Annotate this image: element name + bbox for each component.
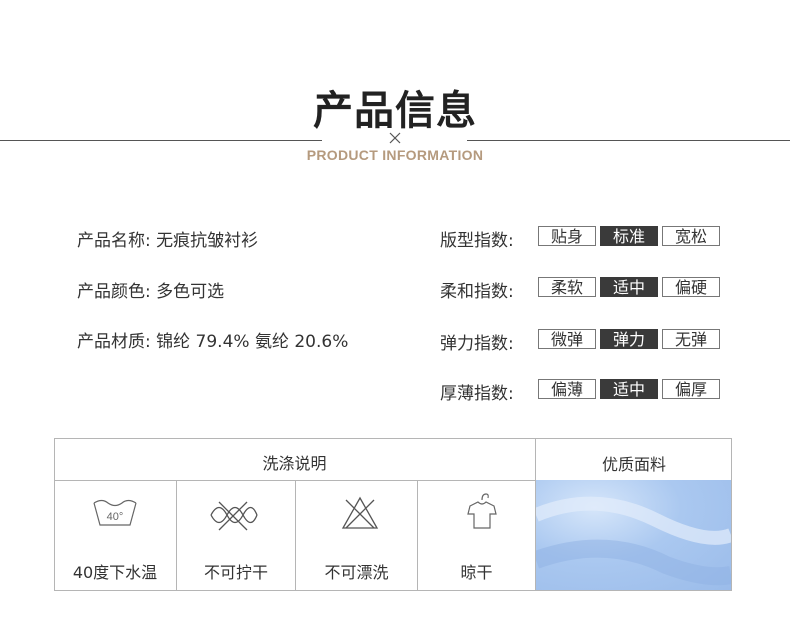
- info-color-value: 多色可选: [156, 282, 225, 302]
- softness-option-3: 偏硬: [662, 277, 720, 297]
- elasticity-option-2: 弹力: [600, 329, 658, 349]
- care-label-hang-dry: 晾干: [460, 563, 493, 582]
- care-label-no-wring: 不可拧干: [203, 563, 268, 582]
- care-label-wash: 40度下水温: [72, 563, 158, 582]
- page-title: 产品信息: [313, 88, 477, 134]
- softness-option-1: 柔软: [538, 277, 596, 297]
- fit-index-label: 版型指数:: [440, 231, 514, 251]
- info-material-value: 锦纶 79.4% 氨纶 20.6%: [156, 332, 349, 352]
- title-divider-right: [467, 140, 790, 141]
- elasticity-option-1: 微弹: [538, 329, 596, 349]
- wash-40-icon: 40°: [93, 499, 137, 526]
- elasticity-index-label: 弹力指数:: [440, 334, 514, 354]
- info-material-row: 产品材质: 锦纶 79.4% 氨纶 20.6%: [77, 327, 348, 352]
- info-color-label: 产品颜色:: [77, 282, 151, 302]
- hang-dry-icon: [467, 493, 497, 529]
- title-divider-left: [0, 140, 322, 141]
- info-color-row: 产品颜色: 多色可选: [77, 277, 224, 302]
- info-material-label: 产品材质:: [77, 332, 151, 352]
- thickness-index-label: 厚薄指数:: [440, 384, 514, 404]
- fabric-swatch-image: [536, 480, 731, 590]
- fit-option-2: 标准: [600, 226, 658, 246]
- no-wring-icon: [210, 501, 258, 531]
- softness-option-2: 适中: [600, 277, 658, 297]
- info-name-value: 无痕抗皱衬衫: [156, 231, 259, 251]
- care-header: 洗涤说明: [262, 454, 327, 473]
- thickness-option-3: 偏厚: [662, 379, 720, 399]
- softness-index-label: 柔和指数:: [440, 282, 514, 302]
- cross-icon: [389, 132, 401, 144]
- no-bleach-icon: [341, 496, 379, 529]
- fit-option-3: 宽松: [662, 226, 720, 246]
- thickness-option-1: 偏薄: [538, 379, 596, 399]
- fit-option-1: 贴身: [538, 226, 596, 246]
- thickness-option-2: 适中: [600, 379, 658, 399]
- info-name-row: 产品名称: 无痕抗皱衬衫: [77, 226, 258, 251]
- info-name-label: 产品名称:: [77, 231, 151, 251]
- page-subtitle: PRODUCT INFORMATION: [306, 147, 484, 163]
- wash-temp-text: 40°: [107, 511, 124, 523]
- elasticity-option-3: 无弹: [662, 329, 720, 349]
- care-label-no-bleach: 不可漂洗: [324, 563, 389, 582]
- fabric-header: 优质面料: [601, 455, 666, 474]
